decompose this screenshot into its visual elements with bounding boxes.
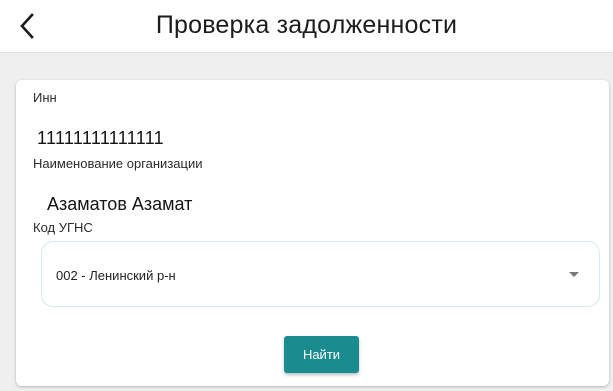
ugns-selected-value: 002 - Ленинский р-н bbox=[56, 268, 176, 283]
caret-down-icon bbox=[569, 272, 579, 277]
ugns-label: Код УГНС bbox=[33, 220, 93, 235]
app-bar: Проверка задолженности bbox=[0, 0, 613, 52]
organization-label: Наименование организации bbox=[33, 156, 203, 171]
app-screen: Проверка задолженности Инн 1111111111111… bbox=[0, 0, 613, 391]
organization-value: Азаматов Азамат bbox=[47, 194, 193, 214]
debt-check-form: Инн 11111111111111 Наименование организа… bbox=[16, 80, 609, 386]
inn-value: 11111111111111 bbox=[37, 128, 164, 148]
page-title: Проверка задолженности bbox=[155, 11, 458, 39]
search-button[interactable]: Найти bbox=[284, 336, 359, 373]
ugns-select[interactable]: 002 - Ленинский р-н bbox=[41, 241, 600, 307]
inn-label: Инн bbox=[33, 90, 57, 105]
